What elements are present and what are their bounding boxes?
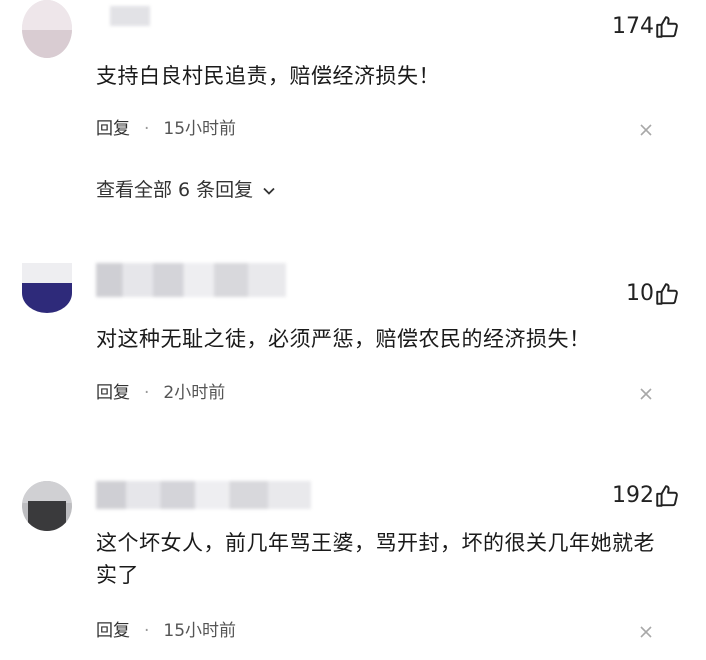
view-all-replies-button[interactable]: 查看全部 6 条回复 [96,178,277,202]
close-icon[interactable] [638,122,654,138]
close-icon[interactable] [638,386,654,402]
chevron-down-icon [263,187,275,195]
comment-meta: 回复 · 15小时前 [96,118,236,140]
comment-text: 这个坏女人，前几年骂王婆，骂开封，坏的很关几年她就老实了 [96,531,655,587]
like-count: 192 [612,483,654,508]
reply-button[interactable]: 回复 [96,383,130,403]
like-count: 10 [626,281,654,306]
timestamp: 2小时前 [163,383,226,403]
separator-dot: · [144,119,150,139]
comment-item: 192 这个坏女人，前几年骂王婆，骂开封，坏的很关几年她就老实了 回复 · 15小时… [0,475,706,660]
comment-item: 10 对这种无耻之徒，必须严惩，赔偿农民的经济损失！ 回复 · 2小时前 [0,255,706,425]
username-blurred[interactable] [110,6,150,26]
view-all-replies-label: 查看全部 6 条回复 [96,179,254,201]
separator-dot: · [144,383,150,403]
thumbs-up-icon[interactable] [654,14,680,40]
close-icon[interactable] [638,624,654,640]
thumbs-up-icon[interactable] [654,483,680,509]
username-blurred[interactable] [96,263,286,297]
comment-meta: 回复 · 2小时前 [96,382,225,404]
like-count: 174 [612,14,654,39]
timestamp: 15小时前 [163,119,237,139]
username-blurred[interactable] [96,481,311,509]
thumbs-up-icon[interactable] [654,281,680,307]
comment-item: 174 支持白良村民追责，赔偿经济损失！ 回复 · 15小时前 查看全部 6 条回复 [0,0,706,215]
separator-dot: · [144,621,150,641]
reply-button[interactable]: 回复 [96,621,130,641]
avatar[interactable] [22,0,72,58]
comment-meta: 回复 · 15小时前 [96,620,236,642]
comment-text: 对这种无耻之徒，必须严惩，赔偿农民的经济损失！ [96,327,591,351]
comment-text: 支持白良村民追责，赔偿经济损失！ [96,64,440,88]
reply-button[interactable]: 回复 [96,119,130,139]
timestamp: 15小时前 [163,621,237,641]
avatar[interactable] [22,263,72,313]
avatar[interactable] [22,481,72,531]
